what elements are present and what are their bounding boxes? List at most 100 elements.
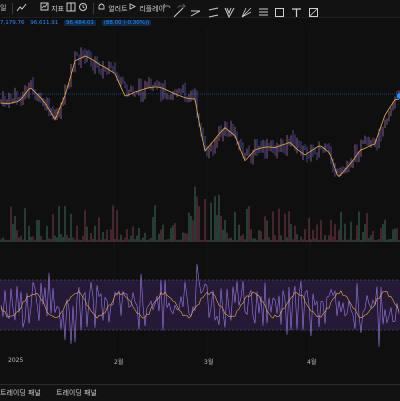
volume-bar (216, 215, 218, 242)
volume-bar (230, 237, 232, 242)
volume-bar (258, 230, 260, 242)
volume-bar (356, 225, 358, 242)
volume-bar (8, 239, 10, 242)
volume-bar (184, 232, 186, 242)
volume-bar (376, 239, 378, 242)
volume-bar (138, 227, 140, 242)
fib-retracement-icon[interactable] (258, 3, 269, 16)
volume-bar (178, 239, 180, 242)
volume-bar (300, 236, 302, 242)
volume-bar (320, 220, 322, 242)
volume-bar (42, 239, 44, 242)
volume-bar (240, 235, 242, 242)
volume-bar (336, 239, 338, 242)
volume-bar (10, 206, 12, 242)
volume-bar (94, 225, 96, 242)
trading-panel-tab[interactable]: 트레이딩 패널 (56, 388, 97, 398)
volume-bar (170, 227, 172, 242)
alert-icon[interactable] (78, 2, 88, 15)
volume-bar (352, 239, 354, 242)
replay-button[interactable]: 리플레이 (128, 2, 165, 15)
volume-bar (256, 239, 258, 242)
volume-bar (72, 237, 74, 242)
volume-bars (0, 186, 400, 242)
volume-bar (220, 215, 222, 242)
volume-bar (302, 239, 304, 242)
undo-icon[interactable] (162, 2, 171, 15)
volume-bar (282, 239, 284, 242)
volume-bar (48, 238, 50, 242)
indicators-label: 지표 (51, 5, 65, 13)
volume-bar (116, 210, 118, 242)
volume-bar (350, 221, 352, 242)
volume-bar (312, 229, 314, 242)
volume-bar (358, 211, 360, 242)
volume-bar (284, 213, 286, 242)
volume-bar (210, 202, 212, 242)
volume-bar (66, 234, 68, 242)
volume-bar (198, 206, 200, 242)
bottom-panel-bar: 트레이딩 패널 트레이딩 패널 (0, 384, 400, 401)
volume-bar (318, 239, 320, 242)
volume-bar (122, 239, 124, 242)
volume-bar (152, 217, 154, 242)
volume-bar (394, 228, 396, 242)
volume-bar (130, 235, 132, 242)
text-tool-icon[interactable] (291, 3, 302, 17)
volume-bar (98, 217, 100, 242)
volume-bar (388, 239, 390, 242)
volume-bar (46, 225, 48, 242)
layout-icon[interactable] (66, 2, 76, 15)
volume-bar (202, 240, 204, 242)
volume-bar (6, 239, 8, 242)
pitchfork-icon[interactable] (224, 3, 235, 19)
measure-icon[interactable] (308, 3, 319, 17)
time-label: 4월 (307, 359, 317, 366)
volume-bar (188, 212, 190, 242)
indicators-button[interactable]: 지표 (40, 2, 64, 15)
gann-icon[interactable] (241, 3, 252, 18)
parallel-channel-icon[interactable] (208, 3, 219, 18)
volume-bar (134, 239, 136, 242)
volume-bar (2, 237, 4, 242)
alert-button[interactable]: 얼러트 (97, 2, 128, 15)
volume-bar (162, 224, 164, 242)
volume-bar (68, 237, 70, 242)
volume-bar (204, 199, 206, 242)
volume-bar (246, 208, 248, 242)
ray-icon[interactable] (190, 3, 201, 17)
volume-bar (136, 235, 138, 242)
volume-bar (186, 233, 188, 242)
volume-bar (396, 228, 398, 242)
volume-bar (218, 194, 220, 242)
volume-bar (108, 240, 110, 242)
volume-bar (304, 229, 306, 242)
volume-bar (82, 235, 84, 242)
volume-bar (294, 225, 296, 242)
compare-icon[interactable] (16, 2, 27, 15)
volume-bar (212, 239, 214, 242)
volume-bar (100, 239, 102, 242)
volume-bar (322, 239, 324, 242)
volume-bar (338, 229, 340, 242)
volume-bar (182, 232, 184, 242)
trendline-icon[interactable] (173, 3, 184, 18)
volume-bar (166, 239, 168, 242)
volume-bar (0, 239, 2, 242)
volume-bar (172, 225, 174, 242)
volume-bar (370, 235, 372, 242)
volume-bar (154, 205, 156, 242)
volume-bar (296, 234, 298, 242)
volume-bar (346, 239, 348, 242)
volume-bar (38, 219, 40, 242)
volume-bar (362, 232, 364, 242)
volume-bar (110, 229, 112, 242)
volume-bar (158, 233, 160, 242)
volume-bar (96, 239, 98, 242)
interval-label[interactable]: 일 (0, 2, 6, 15)
price-chart[interactable] (0, 28, 400, 368)
rectangle-icon[interactable] (274, 3, 285, 17)
trading-panel-tab[interactable]: 트레이딩 패널 (0, 388, 41, 398)
volume-bar (360, 239, 362, 242)
volume-bar (308, 218, 310, 242)
